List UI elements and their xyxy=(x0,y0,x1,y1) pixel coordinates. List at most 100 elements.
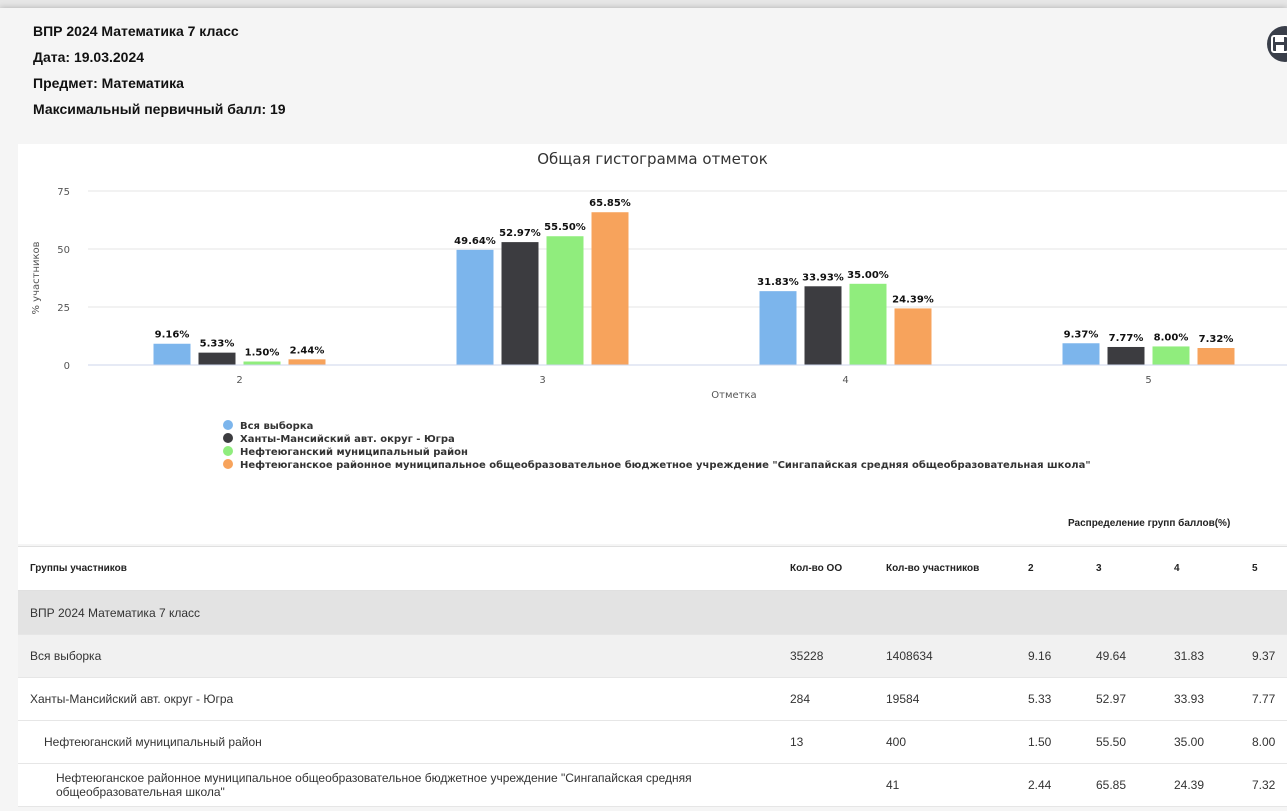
chart-bar xyxy=(849,283,887,365)
legend-marker xyxy=(223,433,233,443)
chart-bar xyxy=(1062,343,1100,365)
legend-entry: Нефтеюганское районное муниципальное общ… xyxy=(240,459,1091,471)
data-label: 52.97% xyxy=(499,228,541,239)
row-oo-count xyxy=(778,763,874,807)
distribution-label: Распределение групп баллов(%) xyxy=(1068,518,1231,529)
chart-bar xyxy=(456,249,494,365)
column-header-grade-3[interactable]: 3 xyxy=(1084,546,1162,591)
table-row: Вся выборка 35228 1408634 9.16 49.64 31.… xyxy=(18,634,1287,678)
data-label: 24.39% xyxy=(892,294,934,305)
row-participants: 19584 xyxy=(874,677,1016,721)
data-label: 1.50% xyxy=(245,348,280,359)
chart-bar xyxy=(759,291,797,365)
table-row: Нефтеюганский муниципальный район 13 400… xyxy=(18,720,1287,764)
data-label: 7.77% xyxy=(1109,333,1144,344)
chart-bar xyxy=(894,308,932,365)
column-header-oo-count[interactable]: Кол-во ОО xyxy=(778,546,874,591)
table-group-row: ВПР 2024 Математика 7 класс xyxy=(18,590,1287,635)
chart-bar xyxy=(804,286,842,365)
chart-bar xyxy=(1107,346,1145,365)
data-label: 9.37% xyxy=(1064,329,1099,340)
column-header-grade-2[interactable]: 2 xyxy=(1016,546,1084,591)
x-tick-label: 2 xyxy=(236,375,242,386)
chart-bar xyxy=(243,361,281,365)
histogram-chart: 9.16% 5.33% 1.50% 2.44% 49.64%52.97%55.50% 65… xyxy=(31,187,1287,471)
row-grade-4: 35.00 xyxy=(1162,720,1240,764)
row-grade-2: 1.50 xyxy=(1016,720,1084,764)
row-grade-5: 8.00 xyxy=(1240,720,1287,764)
row-grade-2: 5.33 xyxy=(1016,677,1084,721)
row-name: Нефтеюганское районное муниципальное общ… xyxy=(18,763,778,807)
legend-entry: Вся выборка xyxy=(240,420,313,432)
table-header-row: Группы участников Кол-во ОО Кол-во участ… xyxy=(18,546,1287,591)
row-grade-2: 9.16 xyxy=(1016,634,1084,678)
row-name: Вся выборка xyxy=(18,634,778,678)
legend-marker xyxy=(223,420,233,430)
data-label: 31.83% xyxy=(757,277,799,288)
row-participants: 1408634 xyxy=(874,634,1016,678)
row-grade-4: 33.93 xyxy=(1162,677,1240,721)
row-oo-count: 13 xyxy=(778,720,874,764)
chart-bar xyxy=(1197,348,1235,365)
data-label: 65.85% xyxy=(589,198,631,209)
legend-marker xyxy=(223,446,233,456)
y-tick-label: 25 xyxy=(57,303,70,314)
column-header-groups[interactable]: Группы участников xyxy=(18,546,778,591)
row-participants: 41 xyxy=(874,763,1016,807)
row-grade-3: 65.85 xyxy=(1084,763,1162,807)
chart-bar xyxy=(153,343,191,365)
data-label: 5.33% xyxy=(200,339,235,350)
x-tick-label: 4 xyxy=(842,375,848,386)
group-title: ВПР 2024 Математика 7 класс xyxy=(18,590,1287,635)
legend-entry: Нефтеюганский муниципальный район xyxy=(240,446,468,458)
row-grade-5: 7.32 xyxy=(1240,763,1287,807)
column-header-participants[interactable]: Кол-во участников xyxy=(874,546,1016,591)
data-label: 9.16% xyxy=(155,330,190,341)
x-axis-label: Отметка xyxy=(711,390,756,401)
histogram-panel: Общая гистограмма отметок 9.16% 5.33% 1.50… xyxy=(18,144,1287,544)
row-participants: 400 xyxy=(874,720,1016,764)
chart-bar xyxy=(288,359,326,365)
report-date: Дата: 19.03.2024 xyxy=(33,49,145,65)
y-tick-label: 50 xyxy=(57,245,70,256)
row-grade-4: 24.39 xyxy=(1162,763,1240,807)
row-name: Нефтеюганский муниципальный район xyxy=(18,720,778,764)
chart-bar xyxy=(501,242,539,365)
x-tick-label: 5 xyxy=(1145,375,1151,386)
floppy-disk-icon xyxy=(1271,35,1287,53)
legend-entry: Ханты-Мансийский авт. округ - Югра xyxy=(240,434,455,445)
chart-bar xyxy=(1152,346,1190,365)
y-axis-label: % участников xyxy=(31,241,42,314)
chart-bar xyxy=(591,212,629,365)
column-header-grade-4[interactable]: 4 xyxy=(1162,546,1240,591)
chart-bar xyxy=(198,352,236,365)
y-tick-label: 0 xyxy=(64,361,70,372)
y-tick-label: 75 xyxy=(57,187,70,198)
data-label: 33.93% xyxy=(802,272,844,283)
data-label: 49.64% xyxy=(454,236,496,247)
data-label: 7.32% xyxy=(1199,334,1234,345)
table-row: Нефтеюганское районное муниципальное общ… xyxy=(18,763,1287,807)
x-tick-label: 3 xyxy=(539,375,545,386)
row-oo-count: 284 xyxy=(778,677,874,721)
report-title: ВПР 2024 Математика 7 класс xyxy=(33,23,239,39)
report-header: ВПР 2024 Математика 7 класс Дата: 19.03.… xyxy=(33,18,286,122)
row-grade-2: 2.44 xyxy=(1016,763,1084,807)
table-row: Ханты-Мансийский авт. округ - Югра 284 1… xyxy=(18,677,1287,721)
column-header-grade-5[interactable]: 5 xyxy=(1240,546,1287,591)
data-label: 8.00% xyxy=(1154,332,1189,343)
data-label: 55.50% xyxy=(544,222,586,233)
data-label: 2.44% xyxy=(290,345,325,356)
results-table: Группы участников Кол-во ОО Кол-во участ… xyxy=(18,546,1287,807)
data-label: 35.00% xyxy=(847,270,889,281)
row-grade-3: 49.64 xyxy=(1084,634,1162,678)
row-grade-5: 9.37 xyxy=(1240,634,1287,678)
row-name: Ханты-Мансийский авт. округ - Югра xyxy=(18,677,778,721)
chart-bar xyxy=(546,236,584,365)
row-grade-3: 52.97 xyxy=(1084,677,1162,721)
row-grade-4: 31.83 xyxy=(1162,634,1240,678)
legend-marker xyxy=(223,459,233,469)
row-grade-3: 55.50 xyxy=(1084,720,1162,764)
row-oo-count: 35228 xyxy=(778,634,874,678)
row-grade-5: 7.77 xyxy=(1240,677,1287,721)
